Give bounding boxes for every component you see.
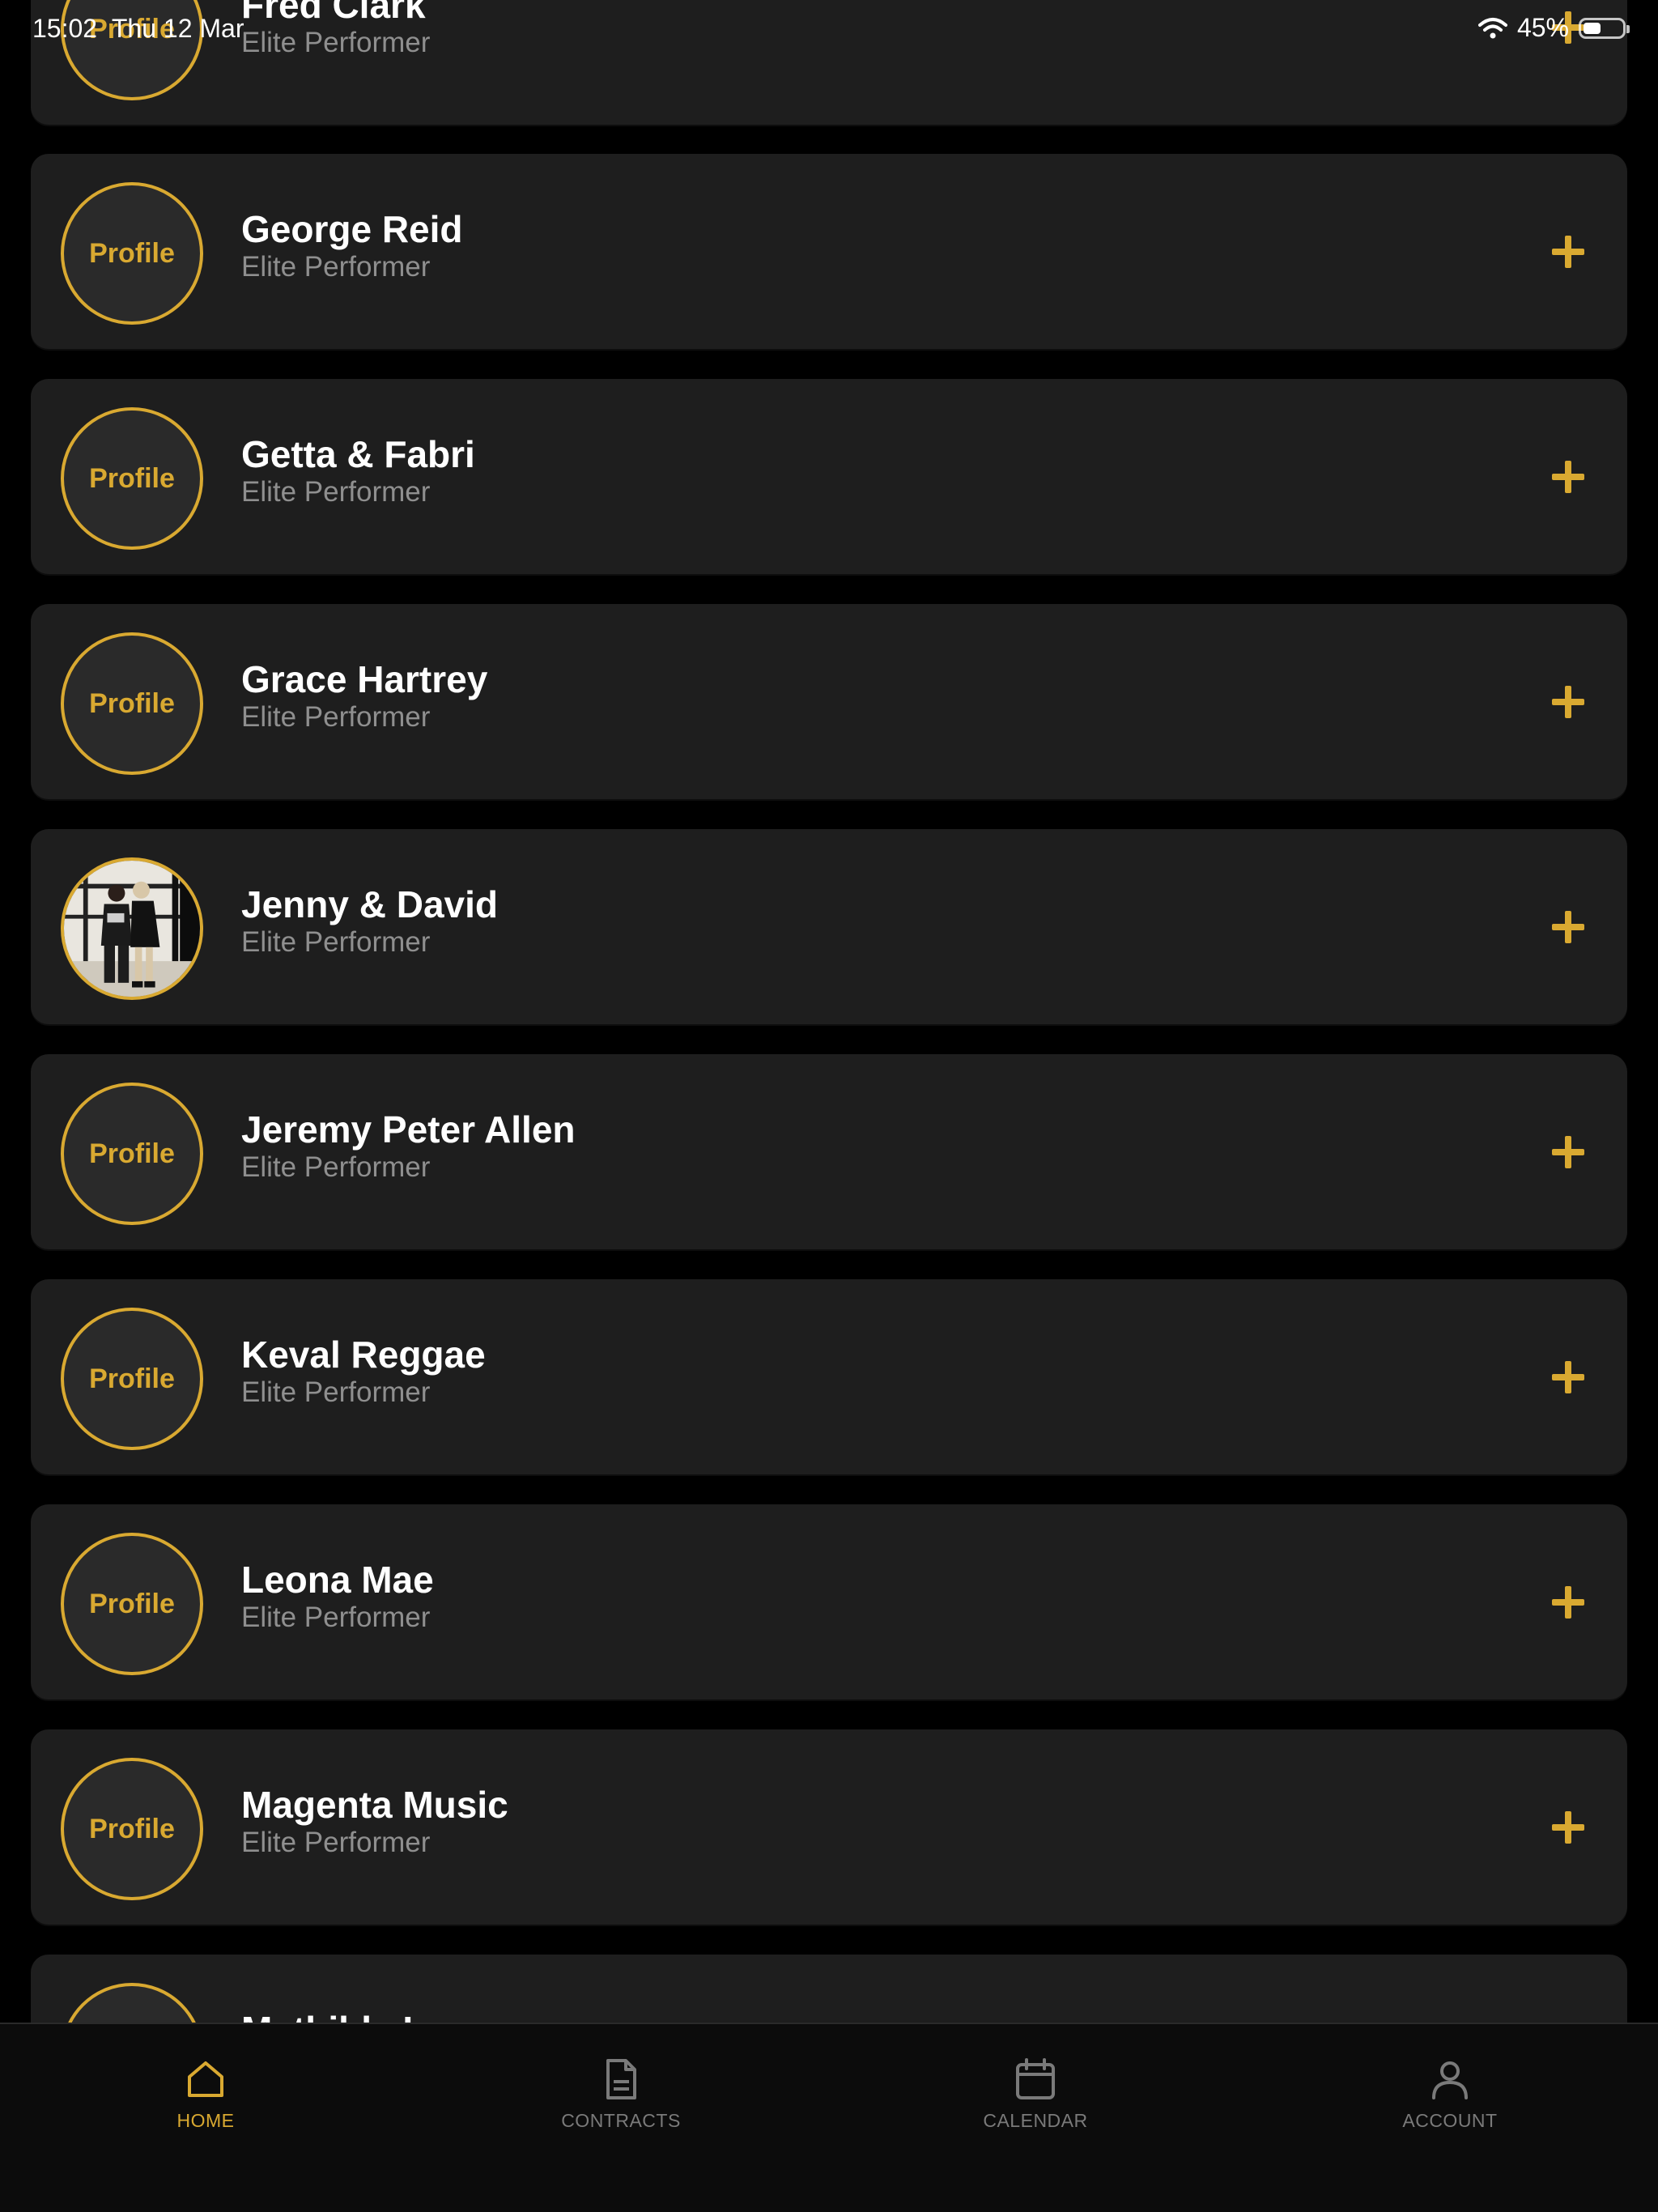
performer-subtitle: Elite Performer [241,1376,431,1408]
plus-icon [1552,1811,1584,1844]
add-button[interactable] [1540,1799,1596,1856]
add-button[interactable] [1540,449,1596,505]
performer-card[interactable]: Mathilda Lo [31,1955,1627,2024]
performer-card[interactable]: Profile George Reid Elite Performer [31,154,1627,349]
user-icon [1432,2061,1468,2099]
battery-icon [1579,17,1630,39]
performer-subtitle: Elite Performer [241,251,431,283]
plus-icon [1552,911,1584,943]
performer-card[interactable]: Profile Magenta Music Elite Performer [31,1729,1627,1925]
battery-percent: 45% [1516,13,1569,42]
profile-avatar[interactable]: Profile [61,1308,203,1450]
app-screen: Profile Fred Clark Elite Performer Profi… [0,0,1658,2212]
add-button[interactable] [1540,674,1596,730]
add-button[interactable] [1540,223,1596,280]
profile-photo[interactable] [61,857,203,1000]
add-button[interactable] [1540,1574,1596,1631]
performer-photo [64,861,200,997]
avatar-label: Profile [89,687,175,719]
document-icon [606,2059,636,2099]
profile-avatar[interactable]: Profile [61,1533,203,1675]
performer-name: Keval Reggae [241,1334,486,1376]
profile-avatar[interactable]: Profile [61,182,203,325]
performer-name: Jeremy Peter Allen [241,1108,576,1151]
plus-icon [1552,1586,1584,1619]
plus-icon [1552,1136,1584,1168]
tab-contracts[interactable]: CONTRACTS [516,2057,726,2132]
status-clock: 15:02 [32,14,98,43]
status-bar: 15:02 Thu 12 Mar 45% [0,0,1658,57]
plus-icon [1552,1361,1584,1393]
add-button[interactable] [1540,899,1596,955]
performer-card[interactable]: Profile Grace Hartrey Elite Performer [31,604,1627,799]
avatar-label: Profile [89,237,175,269]
avatar-label: Profile [89,1588,175,1619]
avatar-label: Profile [89,1138,175,1169]
plus-icon [1552,236,1584,268]
performer-subtitle: Elite Performer [241,926,431,958]
performer-subtitle: Elite Performer [241,1151,431,1183]
performer-subtitle: Elite Performer [241,1827,431,1858]
home-icon [188,2061,223,2097]
avatar-label: Profile [89,1363,175,1394]
status-date: Thu 12 Mar [111,14,244,43]
performer-subtitle: Elite Performer [241,701,431,733]
performer-card[interactable]: Jenny & David Elite Performer [31,829,1627,1024]
performer-subtitle: Elite Performer [241,1602,431,1633]
performer-card[interactable]: Profile Jeremy Peter Allen Elite Perform… [31,1054,1627,1249]
add-button[interactable] [1540,1124,1596,1180]
avatar-label: Profile [89,1813,175,1844]
performer-card[interactable]: Profile Getta & Fabri Elite Performer [31,379,1627,574]
performer-name: Grace Hartrey [241,658,488,700]
performer-name: Leona Mae [241,1559,434,1601]
performer-name: Magenta Music [241,1784,508,1826]
battery-level [1584,22,1601,34]
profile-avatar[interactable]: Profile [61,632,203,775]
profile-avatar[interactable]: Profile [61,1758,203,1900]
performer-name: Getta & Fabri [241,433,475,475]
performer-name: George Reid [241,208,463,250]
profile-avatar[interactable]: Profile [61,1083,203,1225]
performer-card[interactable]: Profile Leona Mae Elite Performer [31,1504,1627,1699]
tab-label: CONTRACTS [561,2110,681,2131]
tab-home[interactable]: HOME [100,2057,311,2132]
performer-subtitle: Elite Performer [241,476,431,508]
status-indicators: 45% [1477,13,1630,43]
plus-icon [1552,686,1584,718]
wifi-icon [1477,17,1507,38]
tab-label: CALENDAR [983,2110,1088,2131]
profile-avatar[interactable]: Profile [61,407,203,550]
performer-list[interactable]: Profile Fred Clark Elite Performer Profi… [0,0,1658,2024]
tab-label: HOME [176,2110,235,2131]
status-time: 15:02 Thu 12 Mar [32,14,244,44]
avatar-label: Profile [89,462,175,494]
performer-name: Jenny & David [241,883,498,925]
plus-icon [1552,461,1584,493]
tab-account[interactable]: ACCOUNT [1345,2057,1555,2132]
tab-calendar[interactable]: CALENDAR [930,2057,1141,2132]
tab-bar: HOME CONTRACTS CALENDAR ACCOUNT [0,2023,1658,2212]
add-button[interactable] [1540,1349,1596,1406]
profile-avatar[interactable] [61,1983,203,2024]
calendar-icon [1016,2058,1055,2099]
performer-card[interactable]: Profile Keval Reggae Elite Performer [31,1279,1627,1474]
tab-label: ACCOUNT [1402,2110,1498,2131]
